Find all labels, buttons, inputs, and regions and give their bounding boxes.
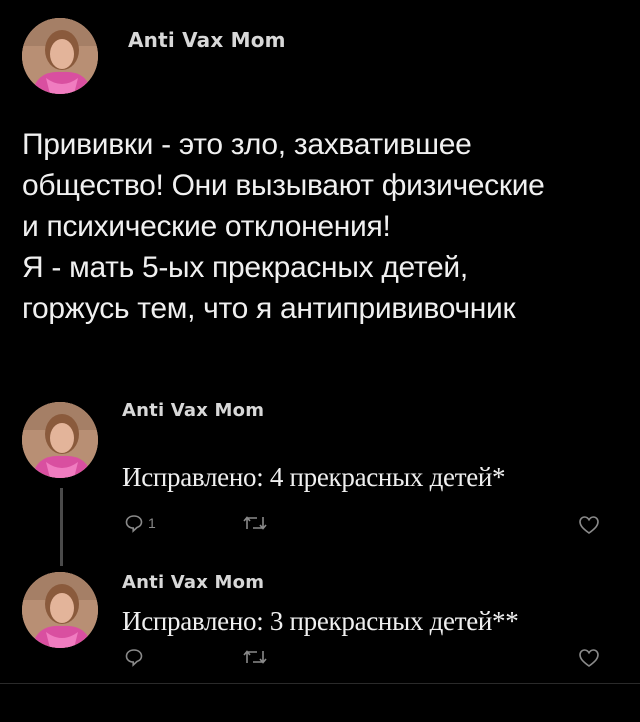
avatar[interactable] <box>22 572 98 648</box>
avatar-photo <box>22 18 98 94</box>
retweet-button[interactable] <box>242 513 268 533</box>
tweet-line: Прививки - это зло, захватившее <box>22 128 472 161</box>
reply-bubble-icon <box>125 515 143 533</box>
avatar[interactable] <box>22 18 98 94</box>
reply-count: 1 <box>148 515 156 531</box>
reply-text: Исправлено: 4 прекрасных детей* <box>122 462 506 492</box>
tweet-line: и психические отклонения! <box>22 210 391 243</box>
reply-text: Исправлено: 3 прекрасных детей** <box>122 606 519 636</box>
tweet-line: общество! Они вызывают физические <box>22 169 545 202</box>
avatar[interactable] <box>22 402 98 478</box>
thread-connector <box>60 488 63 566</box>
reply-author-name[interactable]: Anti Vax Mom <box>122 400 264 421</box>
heart-icon <box>579 649 599 667</box>
author-name[interactable]: Anti Vax Mom <box>128 28 286 52</box>
tweet-line: горжусь тем, что я антипрививочник <box>22 292 516 325</box>
retweet-button[interactable] <box>242 647 268 667</box>
avatar-photo <box>22 572 98 648</box>
reply-author-name[interactable]: Anti Vax Mom <box>122 572 264 593</box>
avatar-photo <box>22 402 98 478</box>
like-button[interactable] <box>578 648 600 668</box>
tweet-text: Прививки - это зло, захватившее общество… <box>22 124 622 329</box>
heart-icon <box>579 516 599 534</box>
retweet-icon <box>243 650 267 664</box>
retweet-icon <box>243 516 267 530</box>
reply-bubble-icon <box>125 649 143 667</box>
reply-button[interactable] <box>124 647 148 667</box>
reply-button[interactable]: 1 <box>124 513 156 533</box>
divider <box>0 683 640 684</box>
like-button[interactable] <box>578 515 600 535</box>
tweet-line: Я - мать 5-ых прекрасных детей, <box>22 251 468 284</box>
